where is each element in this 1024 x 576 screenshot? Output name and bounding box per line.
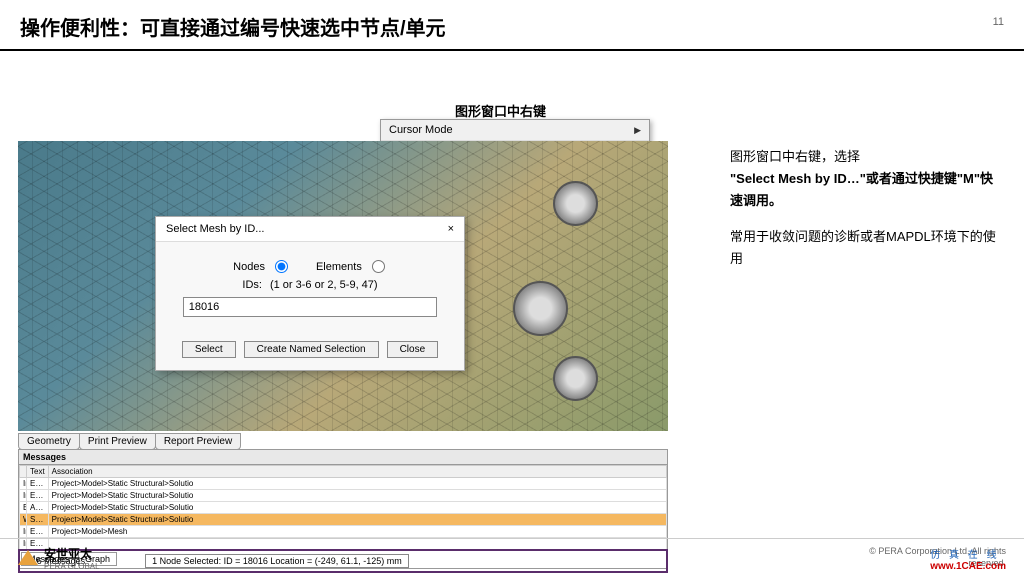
logo-triangle-icon — [18, 550, 38, 565]
elements-radio[interactable] — [372, 260, 385, 273]
ids-hint: (1 or 3-6 or 2, 5-9, 47) — [270, 279, 378, 291]
close-icon[interactable]: × — [448, 223, 454, 235]
close-button[interactable]: Close — [387, 341, 439, 358]
table-row[interactable]: InfoElapsed Time for Last Entire Solve A… — [20, 478, 667, 490]
messages-header: Messages — [19, 450, 667, 465]
bolt-geometry — [513, 281, 568, 336]
select-button[interactable]: Select — [182, 341, 236, 358]
bolt-geometry — [553, 181, 598, 226]
dialog-title: Select Mesh by ID... — [166, 223, 264, 235]
chevron-right-icon: ▶ — [634, 125, 641, 136]
tab-geometry[interactable]: Geometry — [18, 433, 80, 450]
annotation-text: 图形窗口中右键，选择"Select Mesh by ID…"或者通过快捷键"M"… — [730, 146, 1000, 284]
tab-report-preview[interactable]: Report Preview — [155, 433, 241, 450]
table-row[interactable]: ErrorAn internal solution magnitude limi… — [20, 502, 667, 514]
view-tabs: Geometry Print Preview Report Preview — [18, 433, 240, 450]
elements-label: Elements — [316, 261, 362, 273]
nodes-label: Nodes — [233, 261, 265, 273]
ids-input[interactable] — [183, 297, 438, 317]
brand-watermark: 仿 真 在 线 www.1CAE.com — [930, 546, 1006, 572]
nodes-radio[interactable] — [275, 260, 288, 273]
bolt-geometry — [553, 356, 598, 401]
table-row[interactable]: InfoElapsed Time for Last Solver Run = 6… — [20, 490, 667, 502]
footer: 安世亚太 PERA GLOBAL © PERA Corporation Ltd.… — [0, 538, 1024, 576]
page-title: 操作便利性：可直接通过编号快速选中节点/单元 — [20, 12, 1004, 41]
ids-label: IDs: — [242, 279, 262, 291]
select-mesh-dialog: Select Mesh by ID... × Nodes Elements ID… — [155, 216, 465, 371]
tab-print-preview[interactable]: Print Preview — [79, 433, 156, 450]
pera-logo: 安世亚太 PERA GLOBAL — [18, 545, 100, 571]
context-label: 图形窗口中右键 — [455, 101, 546, 120]
page-number: 11 — [993, 16, 1004, 28]
create-named-selection-button[interactable]: Create Named Selection — [244, 341, 379, 358]
table-row[interactable]: InfoElapsed Time for Last Mesh Generatio… — [20, 526, 667, 538]
table-row[interactable]: WarningSolver pivot warnings or errors h… — [20, 514, 667, 526]
ctx-cursor-mode[interactable]: Cursor Mode▶ — [381, 120, 649, 141]
